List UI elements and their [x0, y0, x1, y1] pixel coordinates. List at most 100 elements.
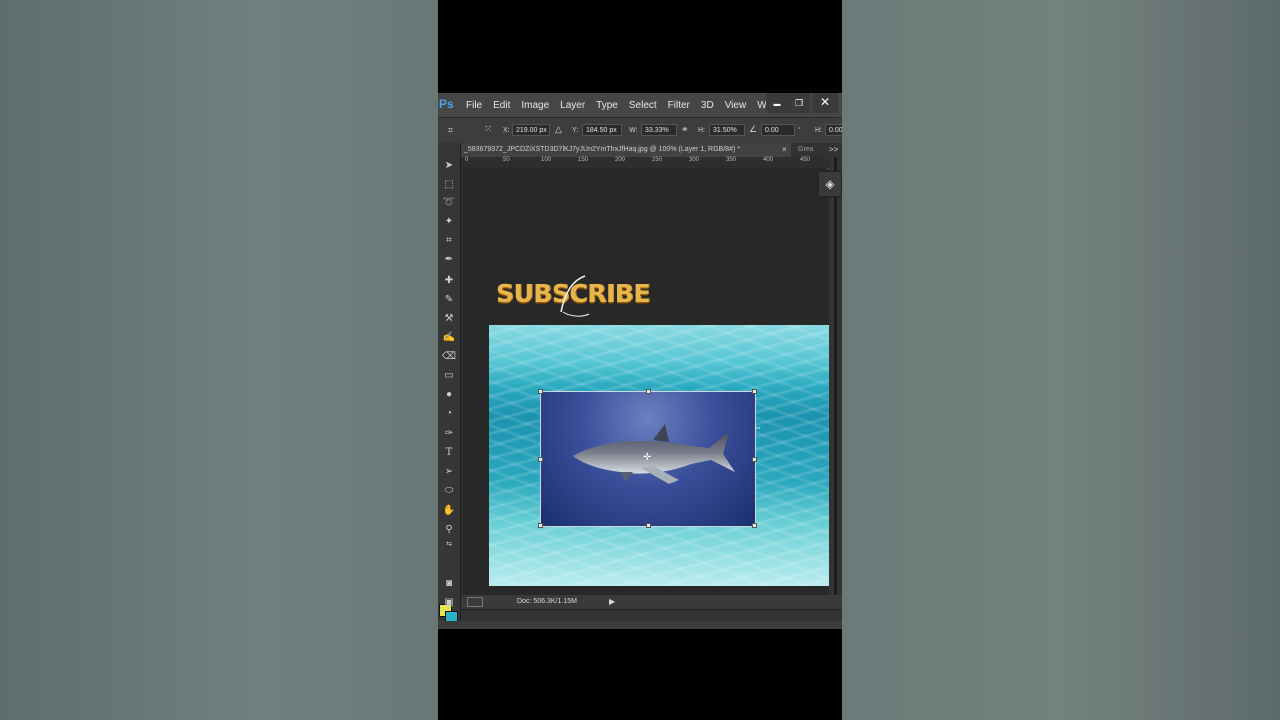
eraser-icon[interactable]: ⌫ — [441, 350, 457, 364]
swap-colors-icon[interactable]: ⇆ — [441, 538, 457, 552]
vertical-scrollbar[interactable] — [829, 157, 842, 595]
ruler-tick: 300 — [689, 157, 700, 163]
transform-handle-top-left[interactable] — [538, 389, 543, 394]
type-tool-icon[interactable]: T — [441, 446, 457, 460]
tools-panel: ➤ ⬚ ➰ ✦ ⌗ ✒ ✚ ✎ ⚒ ✍ ⌫ ▭ ● ◔ ✑ T ➢ ⬭ ✋ ⚲ … — [438, 143, 461, 629]
gradient-icon[interactable]: ▭ — [441, 369, 457, 383]
h-skew-field[interactable]: 0.00 — [825, 124, 842, 136]
delta-icon[interactable]: △ — [555, 124, 562, 135]
app-logo: Ps — [439, 97, 454, 111]
ruler-tick: 350 — [726, 157, 737, 163]
degree-label: ° — [798, 127, 801, 134]
blurred-background-right — [842, 0, 1280, 720]
quick-mask-icon[interactable]: ◙ — [441, 577, 457, 591]
ruler-tick: 250 — [652, 157, 663, 163]
link-icon[interactable]: ⚭ — [681, 124, 689, 135]
zoom-tool-icon[interactable]: ⚲ — [441, 523, 457, 537]
brush-icon[interactable]: ✎ — [441, 293, 457, 307]
zoom-preview-icon[interactable] — [467, 597, 483, 607]
maximize-button[interactable]: ❐ — [788, 93, 810, 113]
rotate-angle-icon: ∠ — [749, 124, 758, 134]
clone-stamp-icon[interactable]: ⚒ — [441, 312, 457, 326]
doc-size-info: Doc: 506.3K/1.15M — [517, 598, 577, 605]
status-menu-arrow-icon[interactable]: ▶ — [609, 597, 615, 606]
ruler-tick: 450 — [800, 157, 811, 163]
menu-3d[interactable]: 3D — [701, 100, 714, 111]
transform-handle-bottom-right[interactable] — [752, 523, 757, 528]
document-tab-bar: _583679372_JPCDZiXSTD3D7lKJ7yJUn2YmThxJf… — [461, 143, 842, 157]
dodge-icon[interactable]: ◔ — [441, 407, 457, 421]
menu-file[interactable]: File — [466, 100, 482, 111]
x-label: X: — [503, 127, 510, 134]
rotate-field[interactable]: 0.00 — [761, 124, 795, 136]
eyedropper-icon[interactable]: ✒ — [441, 253, 457, 267]
layers-panel-icon[interactable]: ◈ — [818, 171, 842, 197]
screen-mode-icon[interactable]: ▣ — [441, 596, 457, 610]
maximize-icon: ❐ — [794, 98, 804, 108]
tab-second-title: Grea — [798, 146, 814, 153]
reference-point-icon[interactable]: ⁙ — [484, 124, 492, 135]
blurred-background-left — [0, 0, 438, 720]
ruler-tick: 200 — [615, 157, 626, 163]
ruler-tick: 50 — [503, 157, 510, 163]
transform-handle-top[interactable] — [646, 389, 651, 394]
h-skew-label: H: — [815, 127, 822, 134]
transform-handle-bottom-left[interactable] — [538, 523, 543, 528]
healing-brush-icon[interactable]: ✚ — [441, 274, 457, 288]
menu-select[interactable]: Select — [629, 100, 657, 111]
tab-close-icon[interactable]: × — [782, 145, 787, 154]
menu-edit[interactable]: Edit — [493, 100, 510, 111]
blur-icon[interactable]: ● — [441, 388, 457, 402]
document-title: _583679372_JPCDZiXSTD3D7lKJ7yJUn2YmThxJf… — [464, 146, 740, 153]
resize-cursor-icon: ⇔ — [753, 422, 762, 432]
move-tool-icon[interactable]: ➤ — [441, 159, 457, 173]
lasso-tool-icon[interactable]: ➰ — [441, 196, 457, 210]
tab-second-document[interactable]: Grea — [798, 143, 822, 157]
y-position-field[interactable]: 184.50 px — [582, 124, 622, 136]
menu-type[interactable]: Type — [596, 100, 618, 111]
panel-strip — [438, 621, 842, 629]
ruler-tick: 400 — [763, 157, 774, 163]
transform-center-icon[interactable]: ✛ — [643, 452, 651, 463]
menu-layer[interactable]: Layer — [560, 100, 585, 111]
width-label: W: — [629, 127, 638, 134]
transform-handle-right[interactable] — [752, 457, 757, 462]
document-tab[interactable]: _583679372_JPCDZiXSTD3D7lKJ7yJUn2YmThxJf… — [461, 143, 791, 157]
transform-handle-left[interactable] — [538, 457, 543, 462]
hand-tool-icon[interactable]: ✋ — [441, 504, 457, 518]
swoosh-decoration — [560, 275, 590, 317]
path-selection-icon[interactable]: ➢ — [441, 465, 457, 479]
magic-wand-icon[interactable]: ✦ — [441, 215, 457, 229]
ruler-tick: 150 — [578, 157, 589, 163]
video-frame: Ps File Edit Image Layer Type Select Fil… — [438, 0, 842, 720]
status-bar: Doc: 506.3K/1.15M ▶ — [461, 595, 842, 609]
pen-tool-icon[interactable]: ✑ — [441, 427, 457, 441]
crop-tool-icon[interactable]: ⌗ — [441, 234, 457, 248]
height-field[interactable]: 31.50% — [709, 124, 745, 136]
transform-handle-bottom[interactable] — [646, 523, 651, 528]
menu-image[interactable]: Image — [521, 100, 549, 111]
menu-bar: Ps File Edit Image Layer Type Select Fil… — [438, 93, 842, 117]
x-position-field[interactable]: 219.00 px — [512, 124, 550, 136]
minimize-button[interactable]: ▬ — [766, 93, 788, 113]
menu-view[interactable]: View — [725, 100, 747, 111]
close-icon: ✕ — [819, 95, 831, 109]
canvas-area[interactable]: SUBSCRIBE ✛ ⇔ — [463, 168, 837, 595]
menu-items: File Edit Image Layer Type Select Filter… — [466, 100, 786, 111]
shark-layer-image[interactable]: ✛ ⇔ — [538, 389, 762, 528]
height-label: H: — [698, 127, 705, 134]
minimize-icon: ▬ — [773, 101, 781, 108]
underwater-photo[interactable]: ✛ ⇔ — [489, 325, 837, 586]
options-bar: ⌗ ⁙ X: 219.00 px △ Y: 184.50 px W: 33.33… — [438, 117, 842, 144]
y-label: Y: — [572, 127, 579, 134]
close-button[interactable]: ✕ — [812, 93, 838, 113]
menu-filter[interactable]: Filter — [668, 100, 690, 111]
width-field[interactable]: 33.33% — [641, 124, 677, 136]
ruler-tick: 100 — [541, 157, 552, 163]
marquee-tool-icon[interactable]: ⬚ — [441, 178, 457, 192]
photoshop-window: Ps File Edit Image Layer Type Select Fil… — [438, 93, 842, 629]
history-brush-icon[interactable]: ✍ — [441, 331, 457, 345]
transform-handle-top-right[interactable] — [752, 389, 757, 394]
more-tabs-icon[interactable]: >> — [829, 145, 838, 154]
ellipse-tool-icon[interactable]: ⬭ — [441, 484, 457, 498]
